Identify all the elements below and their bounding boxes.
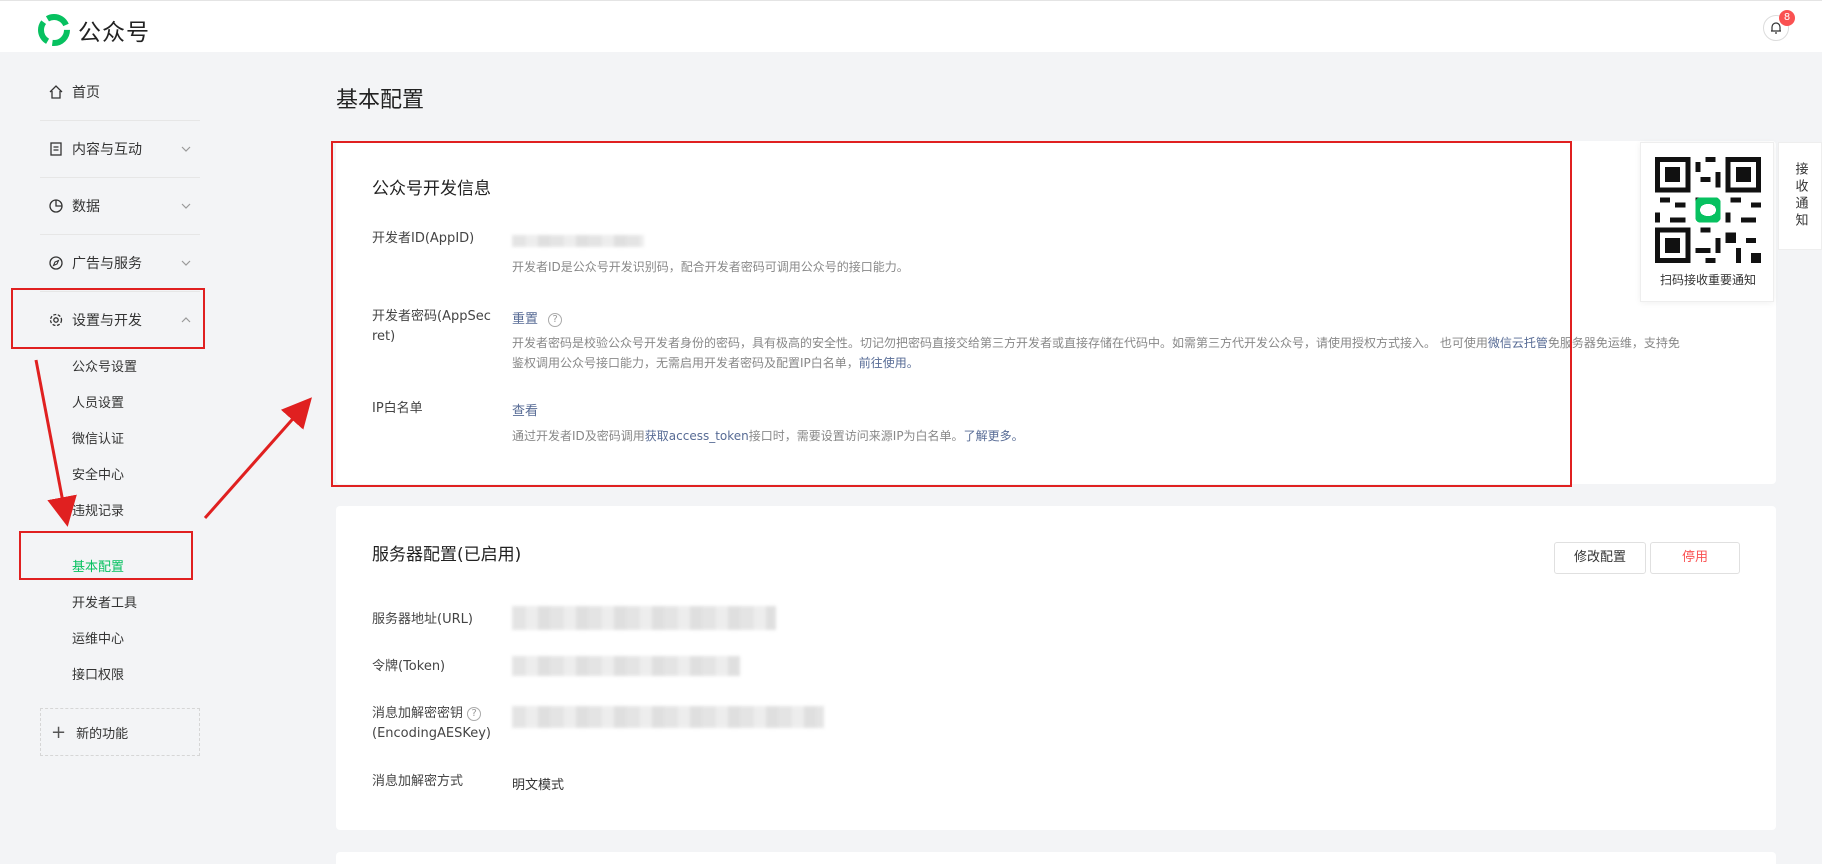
notification-badge: 8 [1779,10,1795,26]
receive-notify-tab[interactable]: 接收通知 [1778,142,1822,250]
sidebar-subitem-staff-settings[interactable]: 人员设置 [72,392,124,411]
compass-icon [49,256,63,270]
sidebar-item-ads[interactable]: 广告与服务 [40,235,200,291]
sidebar-subitem-account-settings[interactable]: 公众号设置 [72,356,137,375]
top-bar: 公众号 8 [0,0,1822,52]
help-icon[interactable]: ? [467,706,482,721]
sidebar-subitem-security[interactable]: 安全中心 [72,464,124,483]
token-label: 令牌(Token) [372,659,446,674]
chevron-down-icon [181,203,191,209]
pie-chart-icon [49,199,63,213]
server-config-title: 服务器配置(已启用) [372,545,522,565]
token-value-redacted [512,656,740,676]
logo-icon [38,14,70,46]
sidebar-subitem-violations[interactable]: 违规记录 [72,500,124,519]
qr-code-icon [1655,157,1761,263]
server-config-card: 服务器配置(已启用) 修改配置 停用 服务器地址(URL) 令牌(Token) … [336,506,1776,830]
qr-notify-panel: 扫码接收重要通知 [1640,142,1774,302]
aeskey-label-line2: (EncodingAESKey) [372,726,491,741]
server-url-value-redacted [512,606,776,630]
app-logo[interactable]: 公众号 [38,13,150,47]
annotation-box-dev-info [331,141,1572,487]
encryption-mode-label: 消息加解密方式 [372,774,464,789]
sidebar-subitem-ops-center[interactable]: 运维中心 [72,628,124,647]
app-title: 公众号 [78,20,150,46]
annotation-box-basic-config [19,531,193,580]
sidebar-item-data[interactable]: 数据 [40,178,200,234]
sidebar-item-label: 首页 [72,85,100,101]
next-card [336,852,1776,864]
sidebar-item-label: 内容与互动 [72,142,142,158]
chevron-down-icon [181,146,191,152]
modify-config-button[interactable]: 修改配置 [1554,542,1646,574]
page-title: 基本配置 [336,88,425,113]
server-url-label: 服务器地址(URL) [372,612,473,627]
sidebar-item-content[interactable]: 内容与互动 [40,121,200,177]
new-feature-label: 新的功能 [76,726,129,742]
document-icon [50,142,62,156]
plus-icon: + [51,721,67,743]
qr-caption: 扫码接收重要通知 [1659,273,1756,287]
aeskey-value-redacted [512,706,824,728]
sidebar-subitem-wechat-verify[interactable]: 微信认证 [72,428,124,447]
encryption-mode-value: 明文模式 [512,778,565,793]
new-feature-button[interactable]: + 新的功能 [40,708,200,756]
sidebar-item-label: 广告与服务 [72,256,142,272]
chevron-down-icon [181,260,191,266]
disable-button[interactable]: 停用 [1650,542,1740,574]
sidebar-item-label: 数据 [72,199,100,215]
sidebar-subitem-api-permissions[interactable]: 接口权限 [72,664,124,683]
receive-notify-label: 接收通知 [1792,162,1808,230]
home-icon [49,85,63,99]
sidebar-subitem-dev-tools[interactable]: 开发者工具 [72,592,137,611]
aeskey-label-line1: 消息加解密密钥 ? [372,704,482,724]
sidebar: 首页 内容与互动 数据 广告与服务 设置与开发 公众号设置 人员设置 微信认证 … [0,52,240,864]
sidebar-item-home[interactable]: 首页 [40,64,200,120]
aeskey-label-text: 消息加解密密钥 [372,706,464,721]
annotation-box-settings [11,288,205,349]
notification-button[interactable]: 8 [1763,10,1795,41]
